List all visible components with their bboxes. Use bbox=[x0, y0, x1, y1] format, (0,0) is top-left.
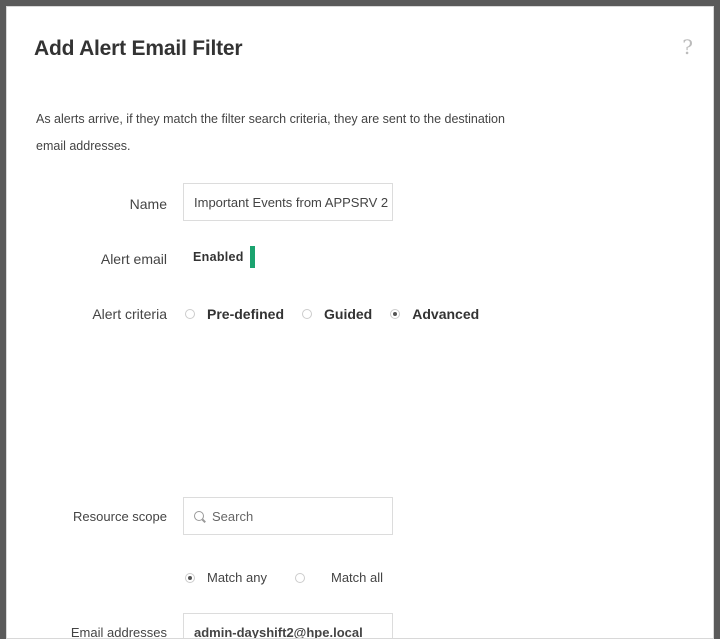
email-addresses-input[interactable]: admin-dayshift2@hpe.local bbox=[183, 613, 393, 639]
resource-scope-label: Resource scope bbox=[73, 509, 167, 524]
radio-guided-label: Guided bbox=[324, 306, 373, 322]
radio-predefined[interactable]: Pre-defined bbox=[185, 306, 284, 322]
email-addresses-value: admin-dayshift2@hpe.local bbox=[194, 624, 363, 639]
name-input[interactable]: Important Events from APPSRV 2 bbox=[183, 183, 393, 221]
radio-advanced[interactable]: Advanced bbox=[390, 306, 479, 322]
alert-criteria-label: Alert criteria bbox=[92, 306, 167, 322]
radio-match-all[interactable]: Match all bbox=[294, 570, 384, 585]
radio-icon bbox=[185, 309, 195, 319]
radio-predefined-label: Pre-defined bbox=[207, 306, 285, 322]
radio-icon bbox=[294, 572, 305, 583]
radio-icon bbox=[302, 309, 313, 319]
match-radio-group: Match any Match all bbox=[185, 570, 401, 585]
radio-match-any[interactable]: Match any bbox=[185, 570, 267, 585]
add-alert-email-filter-dialog: Add Alert Email Filter ? As alerts arriv… bbox=[6, 6, 714, 639]
alert-email-label: Alert email bbox=[100, 251, 167, 267]
search-icon bbox=[194, 511, 204, 521]
email-addresses-label: Email addresses bbox=[70, 625, 167, 639]
alert-email-state: Enabled bbox=[193, 250, 244, 264]
radio-selected-icon bbox=[390, 309, 401, 319]
resource-scope-search-input[interactable]: Search bbox=[183, 497, 393, 535]
toggle-indicator-icon bbox=[249, 246, 255, 268]
alert-criteria-radio-group: Pre-defined Guided Advanced bbox=[185, 306, 497, 322]
radio-advanced-label: Advanced bbox=[412, 306, 480, 322]
dialog-description: As alerts arrive, if they match the filt… bbox=[36, 112, 505, 153]
help-icon[interactable]: ? bbox=[682, 35, 693, 59]
name-label: Name bbox=[129, 196, 167, 212]
radio-selected-icon bbox=[185, 572, 195, 583]
search-placeholder: Search bbox=[212, 508, 254, 524]
dialog-title: Add Alert Email Filter bbox=[34, 37, 243, 60]
radio-guided[interactable]: Guided bbox=[302, 306, 372, 322]
radio-match-any-label: Match any bbox=[207, 570, 267, 585]
name-input-value: Important Events from APPSRV 2 bbox=[194, 194, 389, 210]
radio-match-all-label: Match all bbox=[330, 570, 384, 585]
alert-email-toggle[interactable]: Enabled bbox=[193, 246, 255, 268]
